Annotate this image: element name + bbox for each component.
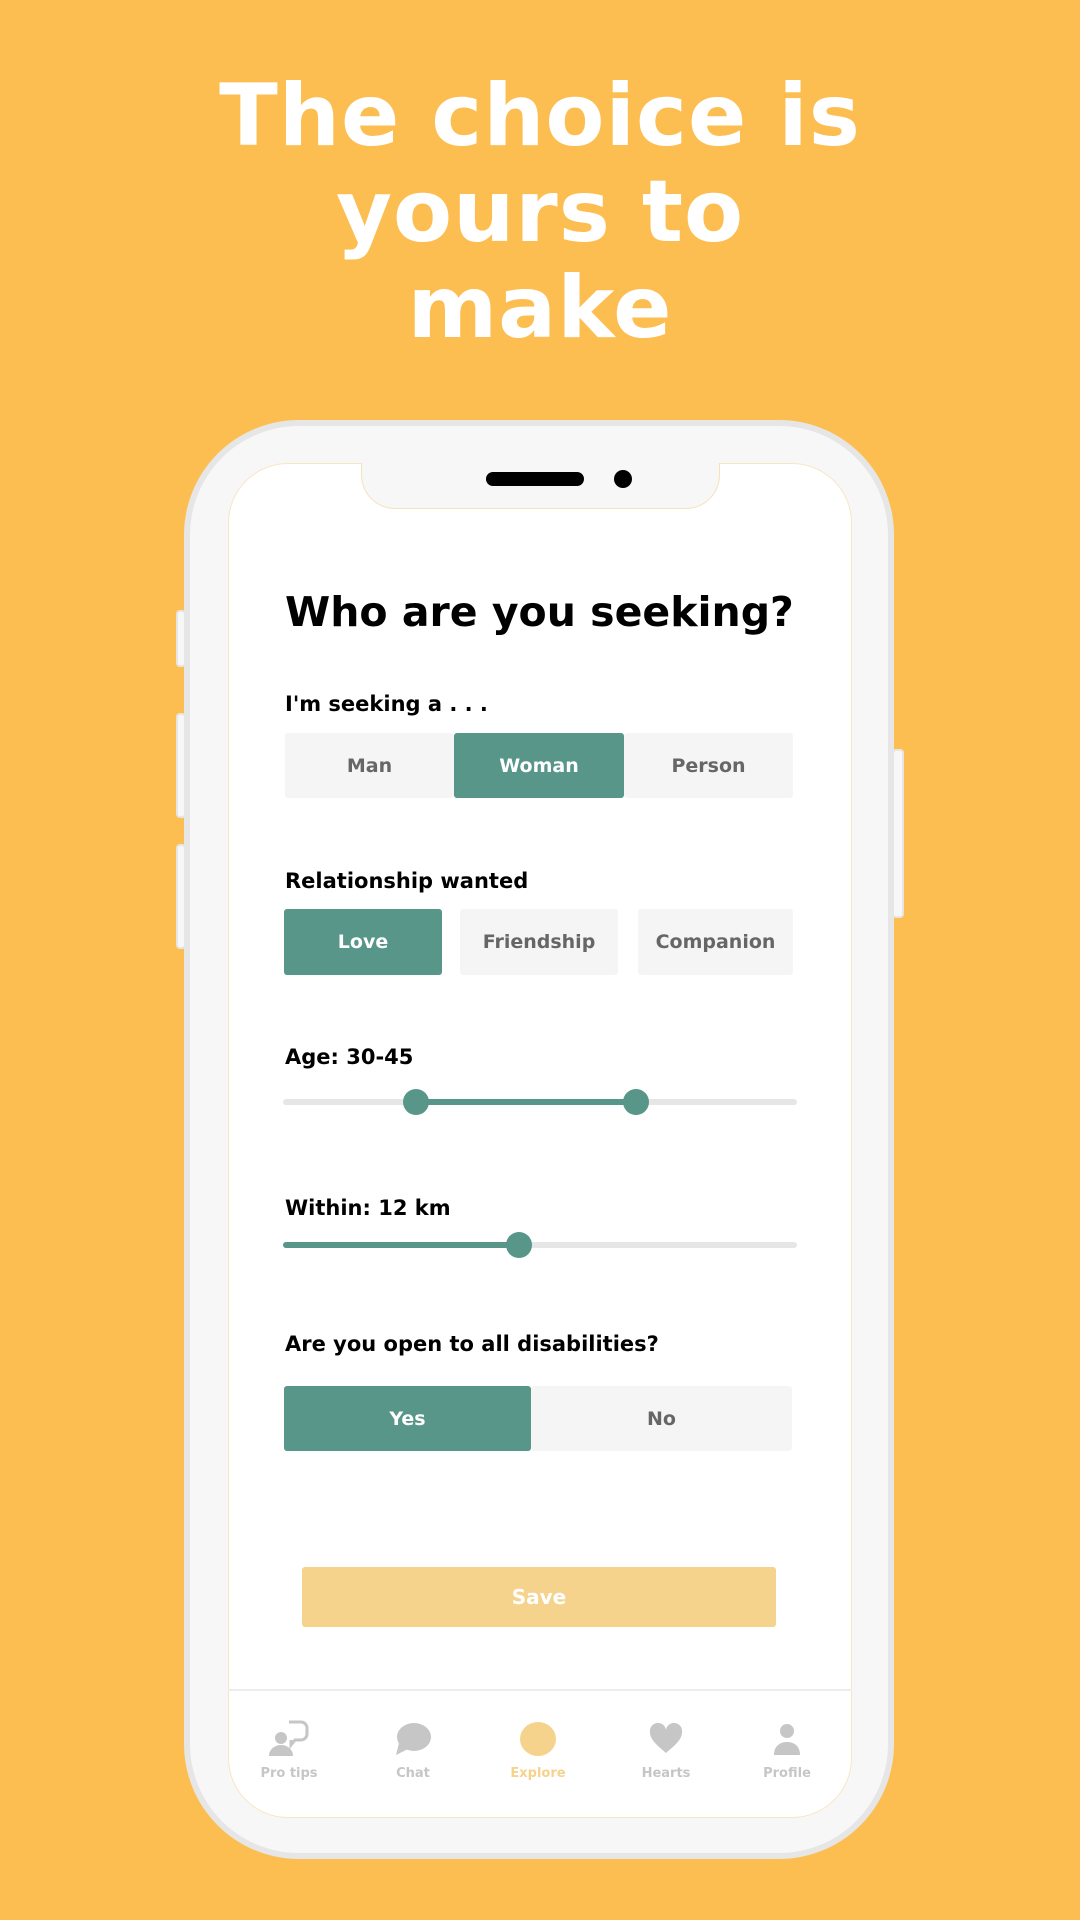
relationship-label: Relationship wanted	[285, 869, 529, 893]
nav-item-pro-tips[interactable]: Pro tips	[234, 1718, 344, 1781]
headline-line: make	[407, 258, 673, 358]
seeking-option-woman[interactable]: Woman	[454, 733, 624, 798]
disabilities-label: Are you open to all disabilities?	[285, 1332, 659, 1356]
nav-item-hearts[interactable]: Hearts	[611, 1718, 721, 1781]
nav-label: Profile	[763, 1766, 811, 1781]
seeking-option-person[interactable]: Person	[624, 733, 793, 798]
nav-label: Explore	[510, 1766, 566, 1781]
nav-item-chat[interactable]: Chat	[358, 1718, 468, 1781]
disabilities-option-yes[interactable]: Yes	[284, 1386, 531, 1451]
age-min-thumb[interactable]	[403, 1089, 429, 1115]
save-button[interactable]: Save	[302, 1567, 776, 1627]
nav-item-profile[interactable]: Profile	[732, 1718, 842, 1781]
headline: The choice is yours to make	[0, 68, 1080, 356]
camera-icon	[614, 470, 632, 488]
nav-label: Hearts	[641, 1766, 691, 1781]
seeking-label: I'm seeking a . . .	[285, 692, 488, 716]
disabilities-option-no[interactable]: No	[531, 1386, 792, 1451]
seeking-option-man[interactable]: Man	[285, 733, 454, 798]
phone-notch	[361, 463, 720, 509]
headline-line: yours to	[335, 162, 745, 262]
pro-tips-icon	[234, 1718, 344, 1760]
distance-thumb[interactable]	[506, 1232, 532, 1258]
relationship-option-companion[interactable]: Companion	[638, 909, 793, 975]
profile-icon	[732, 1718, 842, 1760]
distance-slider-fill	[283, 1242, 519, 1248]
nav-item-explore[interactable]: Explore	[483, 1718, 593, 1781]
relationship-option-love[interactable]: Love	[284, 909, 442, 975]
nav-label: Pro tips	[260, 1766, 318, 1781]
relationship-option-friendship[interactable]: Friendship	[460, 909, 618, 975]
age-max-thumb[interactable]	[623, 1089, 649, 1115]
explore-icon	[483, 1718, 593, 1760]
age-label: Age: 30-45	[285, 1045, 414, 1069]
nav-divider	[228, 1689, 852, 1691]
speaker-icon	[486, 472, 584, 486]
age-slider-range	[416, 1099, 636, 1105]
nav-label: Chat	[396, 1766, 430, 1781]
distance-label: Within: 12 km	[285, 1196, 451, 1220]
heart-icon	[611, 1718, 721, 1760]
chat-icon	[358, 1718, 468, 1760]
page-title: Who are you seeking?	[285, 588, 794, 636]
headline-line: The choice is	[219, 66, 861, 166]
